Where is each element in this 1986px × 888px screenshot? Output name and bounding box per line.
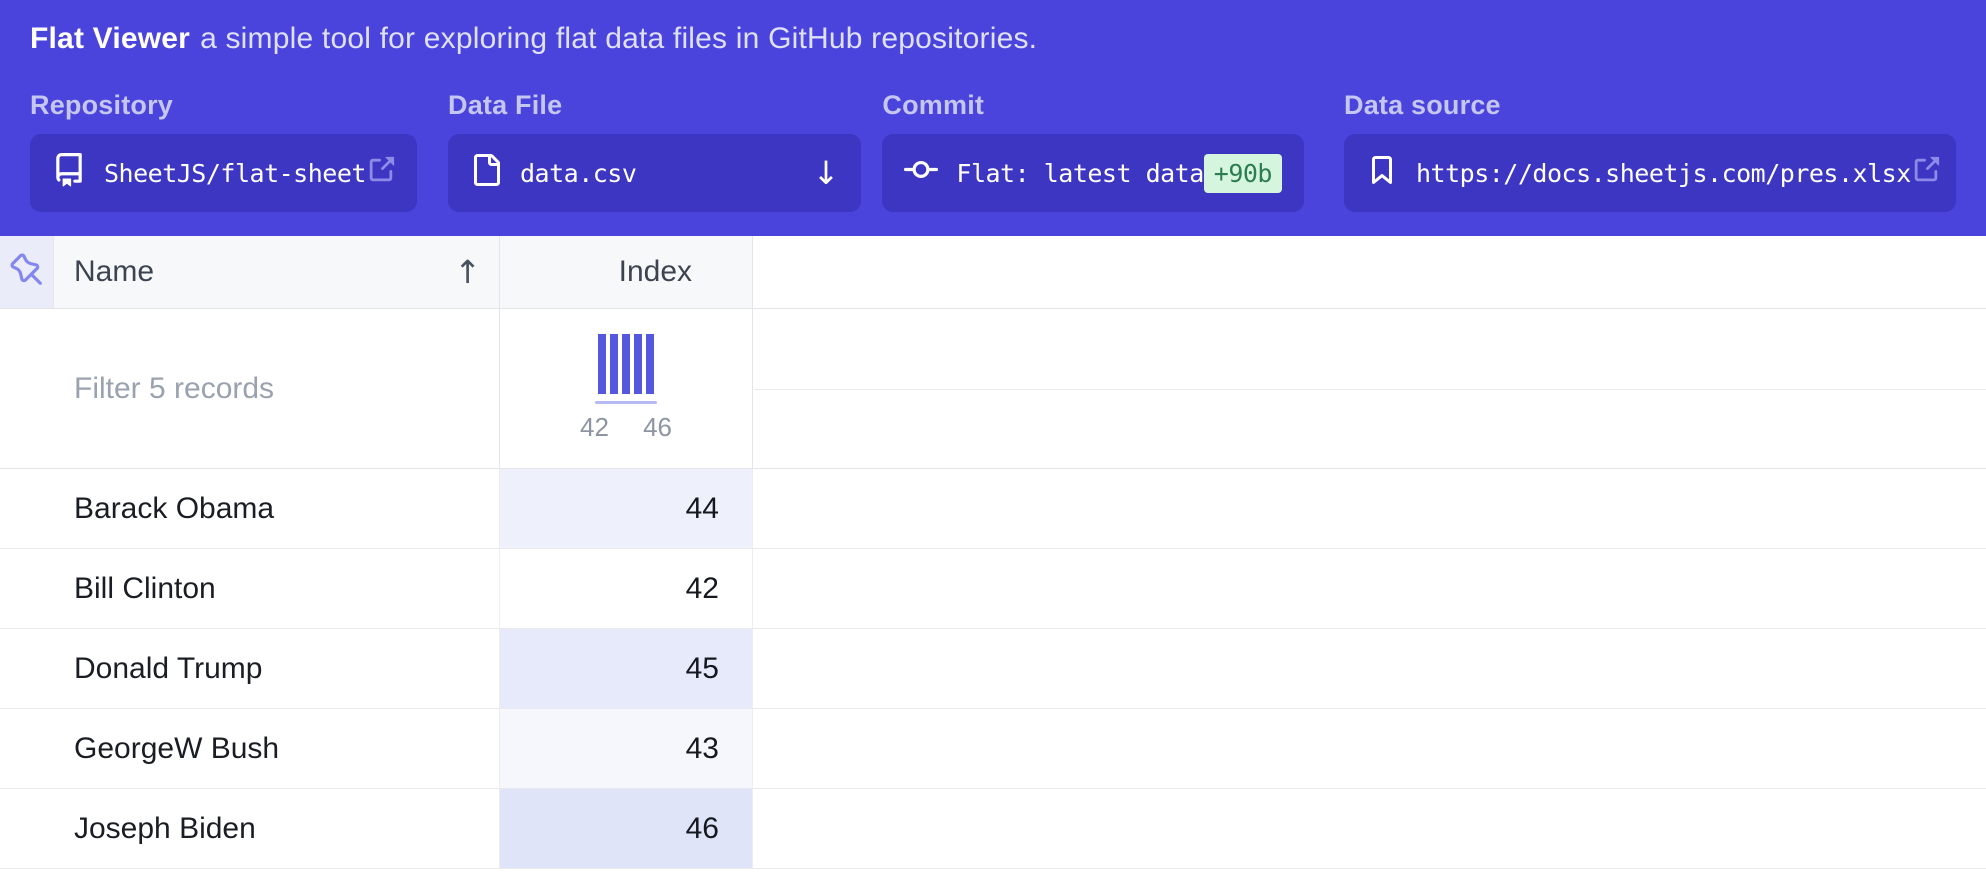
histogram-bar [610,334,618,394]
external-link-icon [1911,155,1941,191]
table-row: Barack Obama 44 [0,469,1986,549]
filter-input[interactable] [0,309,499,468]
pushpin-icon [10,253,44,292]
page-title: Flat Viewer [30,22,190,55]
index-cell: 43 [500,709,753,788]
page-subtitle: a simple tool for exploring flat data fi… [200,22,1037,55]
histogram-bar [634,334,642,394]
repo-icon [52,153,86,193]
repository-label: Repository [30,90,417,121]
filter-name-cell [0,309,500,468]
table-row: Joseph Biden 46 [0,789,1986,869]
pin-column-toggle[interactable] [0,236,54,308]
commit-icon [904,153,938,193]
table-row: GeorgeW Bush 43 [0,709,1986,789]
data-file-label: Data File [448,90,861,121]
row-empty-area [753,629,1986,708]
column-header-index-label: Index [619,255,692,289]
table-header-row: Name ↑ Index [0,236,1986,309]
histogram-bar [622,334,630,394]
name-cell: Joseph Biden [0,789,500,868]
flat-viewer-app: Flat Viewer a simple tool for exploring f… [0,0,1986,888]
name-cell: Donald Trump [0,629,500,708]
index-cell: 44 [500,469,753,548]
commit-label: Commit [882,90,1304,121]
sort-ascending-icon: ↑ [454,256,481,288]
table-row: Donald Trump 45 [0,629,1986,709]
histogram-axis [595,401,657,404]
repository-group: Repository SheetJS/flat-sheet [30,90,417,212]
data-source-url: https://docs.sheetjs.com/pres.xlsx [1416,159,1911,188]
name-cell: Bill Clinton [0,549,500,628]
repository-value: SheetJS/flat-sheet [104,159,366,188]
grid-line [754,389,1986,390]
app-header: Flat Viewer a simple tool for exploring f… [0,0,1986,236]
repository-button[interactable]: SheetJS/flat-sheet [30,134,417,212]
histogram-bar [598,334,606,394]
name-cell: Barack Obama [0,469,500,548]
data-file-value: data.csv [520,159,636,188]
name-cell: GeorgeW Bush [0,709,500,788]
header-controls: Repository SheetJS/flat-sheet Data File [30,90,1956,212]
table-row: Bill Clinton 42 [0,549,1986,629]
index-cell: 42 [500,549,753,628]
row-empty-area [753,709,1986,788]
column-header-name[interactable]: Name ↑ [54,236,500,308]
file-icon [470,154,502,192]
table-body: Barack Obama 44 Bill Clinton 42 Donald T… [0,469,1986,869]
histogram-min-label: 42 [580,412,609,443]
external-link-icon [366,155,396,191]
column-header-name-label: Name [74,255,154,289]
histogram-bar [646,334,654,394]
commit-message: Flat: latest data [956,159,1203,188]
row-empty-area [753,789,1986,868]
row-empty-area [753,549,1986,628]
table-header-empty-area [753,236,1986,308]
data-file-select[interactable]: data.csv ↓ [448,134,861,212]
data-file-group: Data File data.csv ↓ [448,90,861,212]
index-cell: 46 [500,789,753,868]
commit-diff-badge: +90b [1204,154,1282,193]
histogram-bars [598,334,654,394]
title-row: Flat Viewer a simple tool for exploring f… [30,22,1956,56]
row-empty-area [753,469,1986,548]
index-histogram[interactable]: 42 46 [500,309,753,468]
data-source-label: Data source [1344,90,1956,121]
arrow-down-icon: ↓ [813,157,840,189]
histogram-max-label: 46 [643,412,672,443]
bookmark-icon [1366,154,1398,192]
commit-group: Commit Flat: latest data +90b [882,90,1304,212]
commit-button[interactable]: Flat: latest data +90b [882,134,1304,212]
index-cell: 45 [500,629,753,708]
data-source-group: Data source https://docs.sheetjs.com/pre… [1344,90,1956,212]
column-header-index[interactable]: Index [500,236,753,308]
filter-row: 42 46 [0,309,1986,469]
histogram-labels: 42 46 [580,412,672,443]
data-source-link[interactable]: https://docs.sheetjs.com/pres.xlsx [1344,134,1956,212]
